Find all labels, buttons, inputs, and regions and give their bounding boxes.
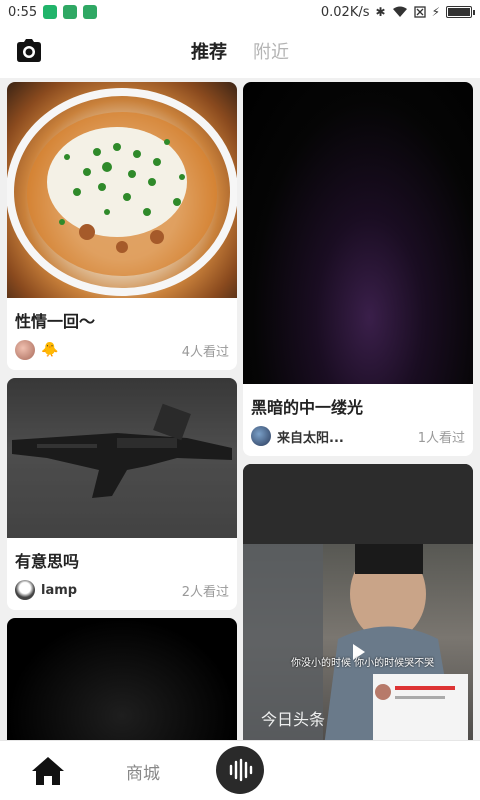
nav-mall[interactable]: 商城 [126,759,160,784]
camera-icon[interactable] [14,37,44,65]
charging-icon: ⚡ [431,5,440,19]
video-still-image: 你没小的时候 你小的时候哭不哭 今日头条 [243,464,473,740]
feed-column-right: 黑暗的中一缕光 来自太阳... 1人看过 你没小的时候 你小的时候哭不哭 今日头… [243,82,473,740]
author-name: 来自太阳... [277,430,344,446]
rifle-image [7,378,237,538]
feed-card[interactable]: 你没小的时候 你小的时候哭不哭 今日头条 [243,464,473,740]
feed-card[interactable]: 黑暗的中一缕光 来自太阳... 1人看过 [243,82,473,456]
video-caption: 你没小的时候 你小的时候哭不哭 [291,658,435,669]
wechat-app-icon [63,5,78,19]
message-app-icon [83,5,98,19]
status-bar: 0:55 0.02K/s ✱ ⚡ [0,0,480,24]
status-time: 0:55 [8,4,38,20]
view-count: 1人看过 [417,430,465,446]
avatar [15,340,35,360]
card-title: 黑暗的中一缕光 [251,398,364,417]
author-name: lamp [41,582,78,598]
noodle-image [7,82,237,298]
home-icon[interactable] [30,755,66,787]
no-sim-icon [413,6,426,18]
top-bar: 推荐 附近 [0,24,480,78]
tab-recommend[interactable]: 推荐 [191,38,227,64]
status-right: 0.02K/s ✱ ⚡ [320,4,475,20]
record-button[interactable] [216,746,264,794]
feed-card[interactable] [7,618,237,740]
feed-card[interactable]: 有意思吗 lamp 2人看过 [7,378,237,610]
view-count: 2人看过 [181,584,229,600]
tab-nearby[interactable]: 附近 [253,38,289,64]
dark-glow-image [243,82,473,384]
avatar [251,426,271,446]
dark-video-image [7,618,237,740]
card-meta: 来自太阳... 1人看过 [243,426,473,456]
feed-grid: 性情一回～ 🐥 4人看过 有意思吗 lamp 2人看过 黑暗的中一缕光 来自太阳… [0,78,480,740]
network-speed: 0.02K/s [320,4,370,20]
feed-column-left: 性情一回～ 🐥 4人看过 有意思吗 lamp 2人看过 [7,82,237,740]
bluetooth-icon: ✱ [375,5,386,19]
wifi-icon [392,6,407,17]
status-left: 0:55 [8,4,98,20]
view-count: 4人看过 [181,344,229,360]
card-title: 有意思吗 [15,552,80,571]
feed-tabs: 推荐 附近 [191,38,289,64]
watermark-text: 今日头条 [261,710,326,729]
card-author: 🐥 [15,340,58,360]
card-meta: 🐥 4人看过 [7,340,237,370]
soundwave-icon [229,758,253,782]
card-meta: lamp 2人看过 [7,580,237,610]
bottom-nav: 商城 [0,740,480,800]
shield-app-icon [43,5,58,19]
sticker-icon: 🐥 [41,342,59,358]
avatar [15,580,35,600]
card-author: lamp [15,580,77,600]
battery-icon [446,6,475,18]
card-author: 来自太阳... [251,426,344,446]
card-title: 性情一回～ [15,312,96,331]
feed-card[interactable]: 性情一回～ 🐥 4人看过 [7,82,237,370]
